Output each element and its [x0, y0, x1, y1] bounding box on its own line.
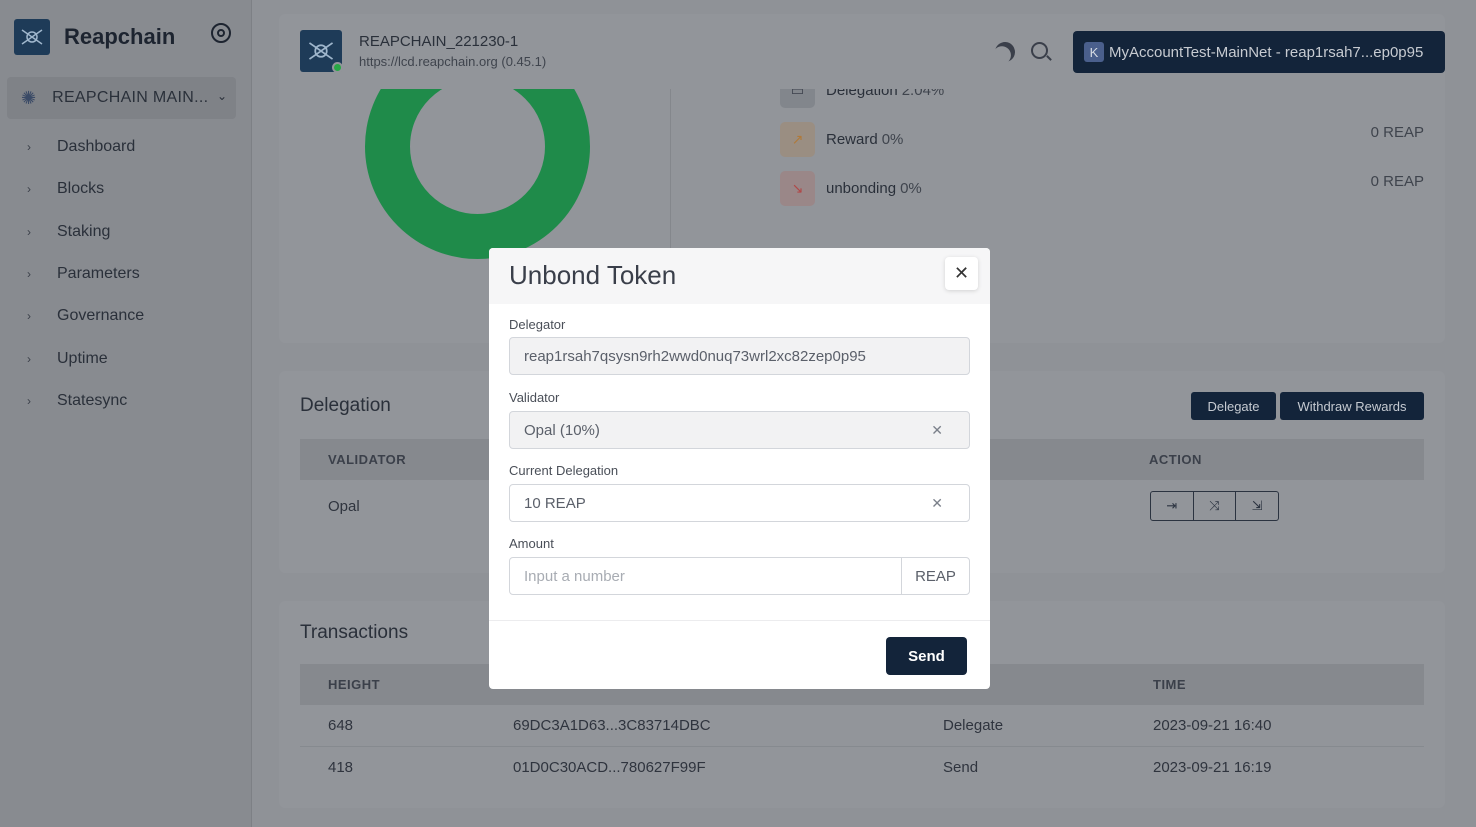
sidebar-item-parameters[interactable]: › Parameters	[0, 253, 252, 295]
tx-height[interactable]: 418	[328, 759, 353, 776]
sidebar: Reapchain ✺ REAPCHAIN MAIN... ⌄ › Dashboa…	[0, 0, 252, 827]
sidebar-item-label: Staking	[57, 222, 111, 240]
stat-reward: ↗ Reward 0%	[780, 122, 903, 157]
current-delegation-select[interactable]: 10 REAP ✕	[509, 484, 970, 522]
moon-icon[interactable]	[992, 39, 1018, 65]
amount-label: Amount	[509, 536, 554, 551]
tx-hash[interactable]: 01D0C30ACD...780627F99F	[513, 759, 706, 776]
chevron-right-icon: ›	[27, 267, 31, 282]
modal-header: Unbond Token ✕	[489, 248, 990, 304]
sidebar-item-statesync[interactable]: › Statesync	[0, 380, 252, 422]
unbond-exit-icon[interactable]: ⇲	[1236, 492, 1278, 520]
chain-id: REAPCHAIN_221230-1	[359, 33, 519, 50]
redelegate-shuffle-icon[interactable]: ⤨	[1194, 492, 1237, 520]
close-icon: ✕	[953, 263, 970, 283]
sidebar-item-label: Parameters	[57, 265, 140, 283]
validator-label: Validator	[509, 390, 560, 405]
chevron-right-icon: ›	[27, 140, 31, 155]
clear-icon[interactable]: ✕	[931, 422, 943, 439]
chain-selector[interactable]: ✺ REAPCHAIN MAIN... ⌄	[7, 77, 236, 119]
collapse-target-icon[interactable]	[211, 23, 231, 43]
chevron-right-icon: ›	[27, 309, 31, 324]
sidebar-item-governance[interactable]: › Governance	[0, 295, 252, 337]
sidebar-item-label: Uptime	[57, 349, 108, 367]
delegate-action-icon[interactable]: ⇥	[1151, 492, 1194, 520]
account-avatar: K	[1084, 42, 1104, 62]
close-button[interactable]: ✕	[945, 257, 978, 290]
col-height: HEIGHT	[328, 677, 381, 692]
sidebar-item-label: Blocks	[57, 180, 105, 198]
amount-input[interactable]: Input a number	[510, 558, 901, 594]
sidebar-item-uptime[interactable]: › Uptime	[0, 337, 252, 379]
col-action: ACTION	[1149, 452, 1202, 467]
chain-selector-label: REAPCHAIN MAIN...	[52, 89, 209, 106]
sidebar-item-blocks[interactable]: › Blocks	[0, 168, 252, 210]
reapchain-logo-icon	[14, 19, 50, 55]
trending-down-icon: ↘	[780, 171, 815, 206]
send-button[interactable]: Send	[886, 637, 967, 675]
top-header: REAPCHAIN_221230-1 https://lcd.reapchain…	[279, 14, 1445, 89]
sidebar-item-dashboard[interactable]: › Dashboard	[0, 126, 252, 168]
brand[interactable]: Reapchain	[14, 19, 175, 55]
delegator-label: Delegator	[509, 317, 566, 332]
stat-label: Reward	[826, 131, 878, 148]
tx-type: Delegate	[943, 717, 1004, 734]
chevron-right-icon: ›	[27, 351, 31, 366]
tx-time: 2023-09-21 16:19	[1153, 759, 1272, 776]
trending-up-icon: ↗	[780, 122, 815, 157]
sidebar-item-staking[interactable]: › Staking	[0, 211, 252, 253]
tx-height[interactable]: 648	[328, 717, 353, 734]
validator-select[interactable]: Opal (10%) ✕	[509, 411, 970, 449]
modal-title: Unbond Token	[509, 260, 677, 290]
transactions-title: Transactions	[300, 622, 409, 643]
delegator-field[interactable]: reap1rsah7qsysn9rh2wwd0nuq73wrl2xc82zep0…	[509, 337, 970, 375]
chevron-right-icon: ›	[27, 182, 31, 197]
account-label: MyAccountTest-MainNet - reap1rsah7...ep0…	[1109, 43, 1424, 61]
stat-reward-value: 0 REAP	[1370, 124, 1424, 141]
validator-value: Opal (10%)	[524, 421, 600, 439]
col-time: TIME	[1153, 677, 1187, 692]
amount-input-group: Input a number REAP	[509, 557, 970, 595]
chevron-right-icon: ›	[27, 393, 31, 408]
divider	[670, 89, 671, 249]
delegator-value: reap1rsah7qsysn9rh2wwd0nuq73wrl2xc82zep0…	[524, 347, 866, 365]
current-delegation-label: Current Delegation	[509, 463, 619, 478]
sidebar-item-label: Statesync	[57, 391, 128, 409]
col-validator: VALIDATOR	[328, 452, 407, 467]
sidebar-nav: › Dashboard › Blocks › Staking › Parameters …	[0, 126, 252, 422]
sidebar-item-label: Governance	[57, 307, 145, 325]
stat-unbonding-value: 0 REAP	[1370, 173, 1424, 190]
stat-label: unbonding	[826, 180, 897, 197]
clear-icon[interactable]: ✕	[931, 495, 943, 512]
stat-percent: 0%	[900, 180, 922, 197]
unbond-modal: Unbond Token ✕ Delegator reap1rsah7qsysn…	[489, 248, 990, 689]
sidebar-item-label: Dashboard	[57, 138, 136, 156]
row-divider	[300, 746, 1424, 747]
withdraw-rewards-button[interactable]: Withdraw Rewards	[1280, 392, 1424, 420]
online-status-icon	[332, 62, 343, 73]
stat-unbonding: ↘ unbonding 0%	[780, 171, 922, 206]
search-icon[interactable]	[1031, 42, 1048, 59]
delegation-validator[interactable]: Opal	[328, 498, 360, 515]
tx-time: 2023-09-21 16:40	[1153, 717, 1272, 734]
network-logo-icon	[300, 30, 343, 73]
tx-type: Send	[943, 759, 979, 776]
tx-hash[interactable]: 69DC3A1D63...3C83714DBC	[513, 717, 711, 734]
account-button[interactable]: K MyAccountTest-MainNet - reap1rsah7...e…	[1073, 31, 1445, 73]
current-delegation-value: 10 REAP	[524, 494, 586, 512]
stat-percent: 0%	[881, 131, 904, 148]
chevron-down-icon: ⌄	[216, 89, 227, 103]
amount-unit: REAP	[901, 558, 969, 594]
modal-divider	[489, 620, 990, 621]
delegate-button[interactable]: Delegate	[1191, 392, 1276, 420]
chevron-right-icon: ›	[27, 224, 31, 239]
chain-icon: ✺	[21, 87, 37, 108]
endpoint: https://lcd.reapchain.org (0.45.1)	[359, 54, 547, 69]
brand-name: Reapchain	[64, 24, 176, 49]
delegation-title: Delegation	[300, 395, 391, 416]
delegation-actions: ⇥ ⤨ ⇲	[1150, 491, 1279, 521]
